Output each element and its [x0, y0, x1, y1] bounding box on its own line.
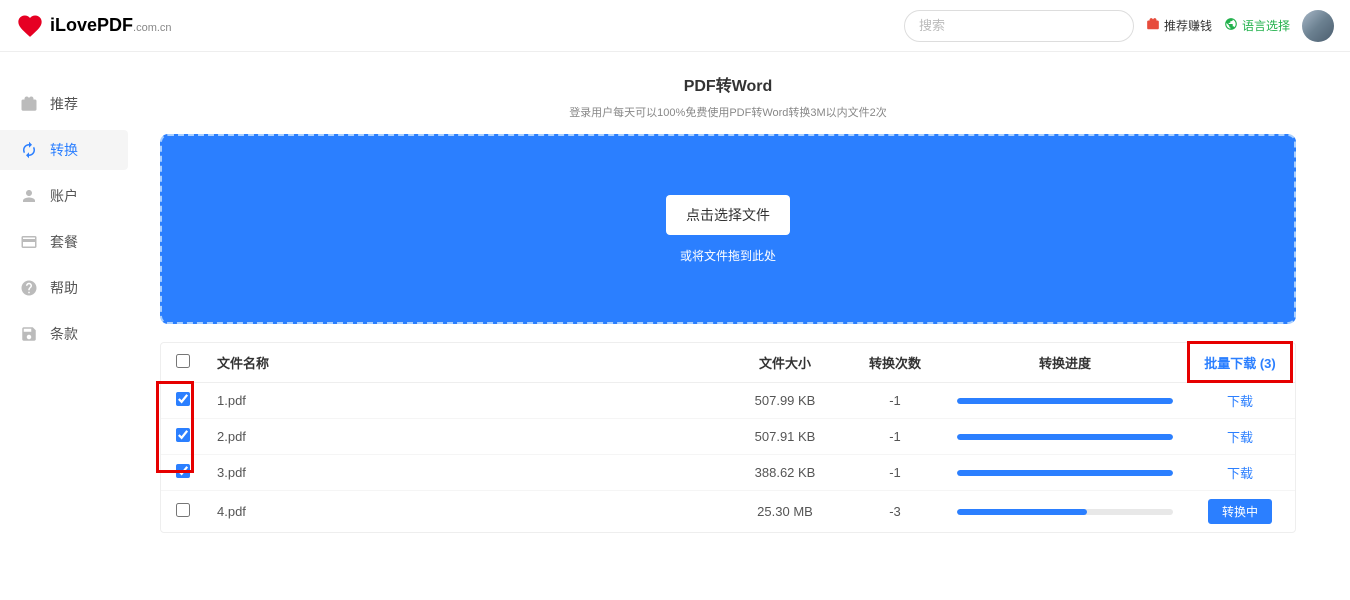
file-table: 文件名称 文件大小 转换次数 转换进度 批量下载 (3) 1.pdf507.99…	[161, 343, 1295, 532]
heart-icon	[16, 12, 44, 40]
sidebar-item-label: 转换	[50, 140, 78, 160]
progress-cell	[945, 419, 1185, 455]
table-row: 2.pdf507.91 KB-1 下载	[161, 419, 1295, 455]
package-icon	[20, 233, 38, 251]
file-size: 507.91 KB	[725, 419, 845, 455]
progress-cell	[945, 491, 1185, 533]
avatar[interactable]	[1302, 10, 1334, 42]
logo[interactable]: iLovePDF.com.cn	[16, 12, 172, 40]
progress-cell	[945, 455, 1185, 491]
account-icon	[20, 187, 38, 205]
sidebar-item-help[interactable]: 帮助	[0, 268, 128, 308]
select-file-button[interactable]: 点击选择文件	[666, 195, 790, 235]
sidebar-item-label: 推荐	[50, 94, 78, 114]
row-checkbox[interactable]	[176, 464, 190, 478]
download-link[interactable]: 下载	[1227, 430, 1253, 445]
logo-suffix: .com.cn	[133, 22, 172, 34]
sidebar-item-label: 套餐	[50, 232, 78, 252]
language-label: 语言选择	[1242, 17, 1290, 34]
file-size: 507.99 KB	[725, 383, 845, 419]
row-checkbox[interactable]	[176, 428, 190, 442]
sidebar-item-package[interactable]: 套餐	[0, 222, 128, 262]
header-size: 文件大小	[725, 343, 845, 383]
header-name: 文件名称	[205, 343, 725, 383]
progress-fill	[957, 470, 1173, 476]
convert-count: -1	[845, 383, 945, 419]
progress-cell	[945, 383, 1185, 419]
download-link[interactable]: 下载	[1227, 466, 1253, 481]
recommend-label: 推荐赚钱	[1164, 17, 1212, 34]
header-progress: 转换进度	[945, 343, 1185, 383]
sidebar: 推荐 转换 账户 套餐 帮助 条款	[0, 52, 128, 553]
sidebar-item-label: 条款	[50, 324, 78, 344]
page-title: PDF转Word	[160, 72, 1296, 96]
progress-bar	[957, 509, 1173, 515]
search-input[interactable]	[904, 10, 1134, 42]
select-all-checkbox[interactable]	[176, 354, 190, 368]
globe-icon	[1224, 17, 1238, 34]
sidebar-item-account[interactable]: 账户	[0, 176, 128, 216]
logo-text: iLovePDF	[50, 15, 133, 35]
download-link[interactable]: 下载	[1227, 394, 1253, 409]
row-checkbox[interactable]	[176, 503, 190, 517]
sidebar-item-recommend[interactable]: 推荐	[0, 84, 128, 124]
progress-fill	[957, 398, 1173, 404]
file-name: 2.pdf	[205, 419, 725, 455]
progress-fill	[957, 434, 1173, 440]
progress-bar	[957, 470, 1173, 476]
language-link[interactable]: 语言选择	[1224, 17, 1290, 34]
sidebar-item-label: 账户	[50, 186, 78, 206]
file-name: 4.pdf	[205, 491, 725, 533]
file-size: 25.30 MB	[725, 491, 845, 533]
sidebar-item-convert[interactable]: 转换	[0, 130, 128, 170]
main-content: PDF转Word 登录用户每天可以100%免费使用PDF转Word转换3M以内文…	[128, 52, 1328, 553]
progress-bar	[957, 434, 1173, 440]
dropzone[interactable]: 点击选择文件 或将文件拖到此处	[160, 134, 1296, 324]
terms-icon	[20, 325, 38, 343]
convert-icon	[20, 141, 38, 159]
file-name: 1.pdf	[205, 383, 725, 419]
convert-count: -1	[845, 419, 945, 455]
page-subtitle: 登录用户每天可以100%免费使用PDF转Word转换3M以内文件2次	[160, 104, 1296, 120]
progress-bar	[957, 398, 1173, 404]
table-row: 4.pdf25.30 MB-3 转换中	[161, 491, 1295, 533]
row-checkbox[interactable]	[176, 392, 190, 406]
sidebar-item-terms[interactable]: 条款	[0, 314, 128, 354]
file-size: 388.62 KB	[725, 455, 845, 491]
recommend-link[interactable]: 推荐赚钱	[1146, 17, 1212, 34]
file-name: 3.pdf	[205, 455, 725, 491]
gift-icon	[1146, 17, 1160, 34]
sidebar-item-label: 帮助	[50, 278, 78, 298]
dropzone-hint: 或将文件拖到此处	[680, 247, 776, 264]
gift-icon	[20, 95, 38, 113]
table-row: 3.pdf388.62 KB-1 下载	[161, 455, 1295, 491]
table-row: 1.pdf507.99 KB-1 下载	[161, 383, 1295, 419]
file-table-wrap: 文件名称 文件大小 转换次数 转换进度 批量下载 (3) 1.pdf507.99…	[160, 342, 1296, 533]
converting-button[interactable]: 转换中	[1208, 499, 1272, 524]
header: iLovePDF.com.cn 推荐赚钱 语言选择	[0, 0, 1350, 52]
convert-count: -3	[845, 491, 945, 533]
header-right: 推荐赚钱 语言选择	[904, 10, 1334, 42]
header-count: 转换次数	[845, 343, 945, 383]
convert-count: -1	[845, 455, 945, 491]
layout: 推荐 转换 账户 套餐 帮助 条款 PDF转Word 登录用户每天可以100%免…	[0, 52, 1350, 553]
batch-download-link[interactable]: 批量下载 (3)	[1204, 356, 1276, 371]
help-icon	[20, 279, 38, 297]
progress-fill	[957, 509, 1087, 515]
